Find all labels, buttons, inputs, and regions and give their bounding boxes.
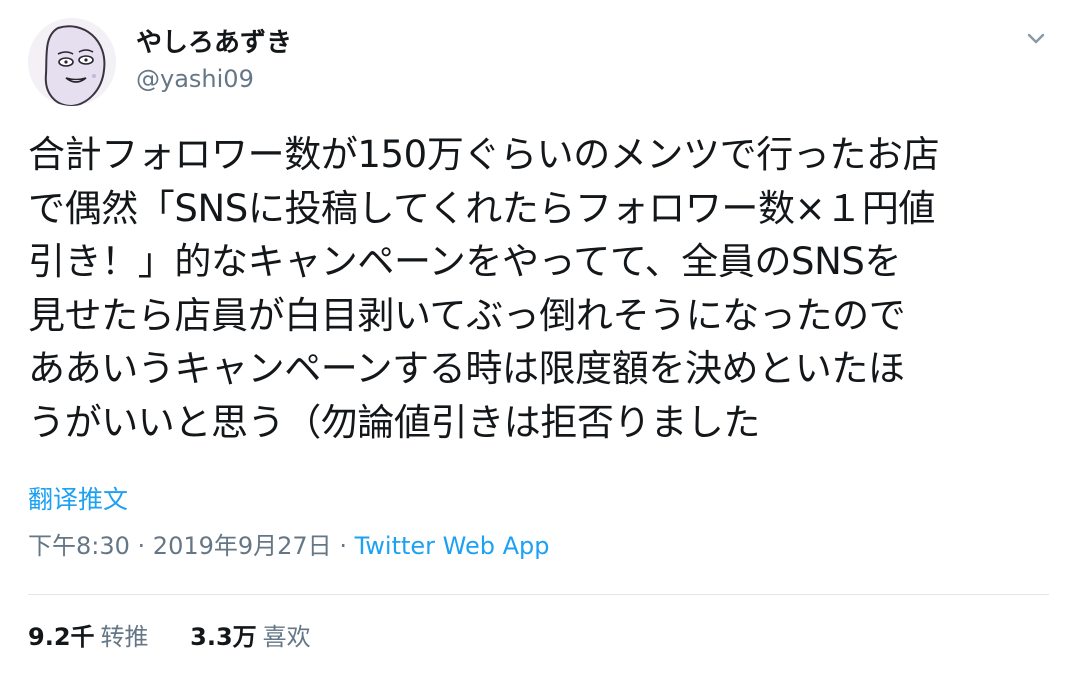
tweet-meta: 下午8:30 · 2019年9月27日 · Twitter Web App	[28, 529, 549, 563]
tweet-source-link[interactable]: Twitter Web App	[355, 532, 550, 560]
tweet-text-line: で偶然「SNSに投稿してくれたらフォロワー数×１円値	[28, 186, 936, 230]
author-display-name[interactable]: やしろあずき	[136, 26, 292, 60]
meta-separator: ·	[129, 532, 153, 560]
tweet-text-line: ああいうキャンペーンする時は限度額を決めといたほ	[28, 347, 905, 390]
divider	[28, 594, 1049, 595]
retweets-label: 转推	[100, 623, 149, 651]
tweet-date[interactable]: 2019年9月27日	[153, 532, 332, 560]
avatar-illustration	[28, 18, 116, 106]
likes-stat[interactable]: 3.3万 喜欢	[190, 620, 311, 654]
likes-count: 3.3万	[190, 623, 257, 651]
tweet-text-line: 引き！」的なキャンペーンをやってて、全員のSNSを	[28, 240, 902, 283]
tweet-text-line: うがいいと思う（勿論値引きは拒否りました	[28, 400, 760, 444]
tweet-text-line: 合計フォロワー数が150万ぐらいのメンツで行ったお店	[28, 133, 940, 176]
retweets-count: 9.2千	[28, 623, 95, 651]
tweet-text-line: 見せたら店員が白目剥いてぶっ倒れそうになったので	[28, 293, 906, 337]
likes-label: 喜欢	[262, 623, 311, 651]
meta-separator: ·	[331, 532, 355, 560]
chevron-down-icon[interactable]	[1022, 24, 1050, 52]
translate-tweet-link[interactable]: 翻译推文	[28, 483, 128, 517]
tweet-time[interactable]: 下午8:30	[28, 532, 130, 560]
tweet-stats: 9.2千 转推 3.3万 喜欢	[28, 620, 345, 654]
retweets-stat[interactable]: 9.2千 转推	[28, 620, 149, 654]
avatar[interactable]	[28, 18, 116, 106]
author-handle[interactable]: @yashi09	[136, 64, 254, 94]
tweet-text: 合計フォロワー数が150万ぐらいのメンツで行ったお店 で偶然「SNSに投稿してく…	[28, 128, 1058, 449]
